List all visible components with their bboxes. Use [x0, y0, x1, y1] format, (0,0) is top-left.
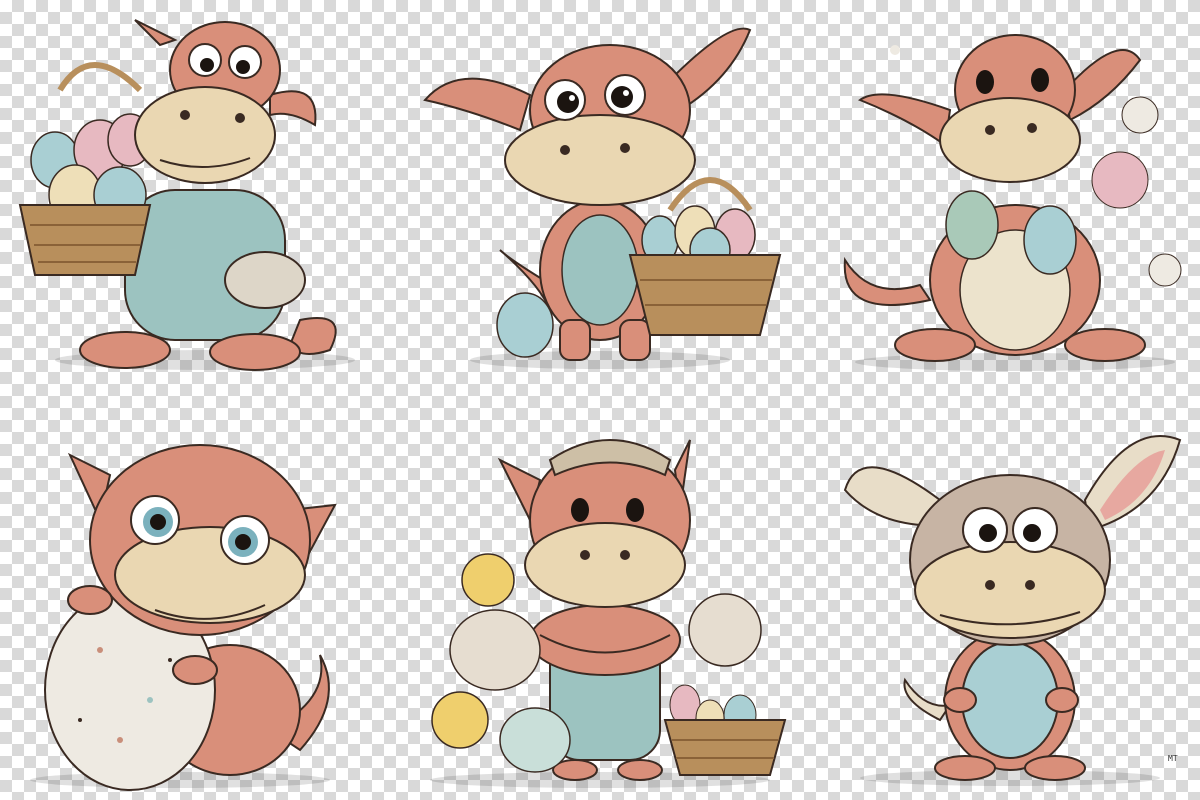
- winged-dragon-with-basket: [400, 0, 800, 400]
- dragon-with-bunny-ears-holding-egg: MT: [800, 400, 1200, 800]
- clipart-sheet: MT: [0, 0, 1200, 800]
- dragon-illustration-4: [30, 444, 337, 791]
- dragon-illustration-3: [843, 34, 1182, 371]
- dragon-in-beanie-with-chicks: [400, 400, 800, 800]
- dragon-illustration-5: [430, 439, 787, 788]
- dragon-illustration-2: [423, 27, 782, 369]
- dragon-illustration-6: [843, 435, 1182, 786]
- artist-signature: MT: [1168, 754, 1178, 763]
- dragon-illustration-1: [18, 19, 355, 371]
- sitting-dragon-holding-eggs: [800, 0, 1200, 400]
- dragon-with-egg-basket-overalls: [0, 0, 400, 400]
- baby-dragon-hugging-speckled-egg: [0, 400, 400, 800]
